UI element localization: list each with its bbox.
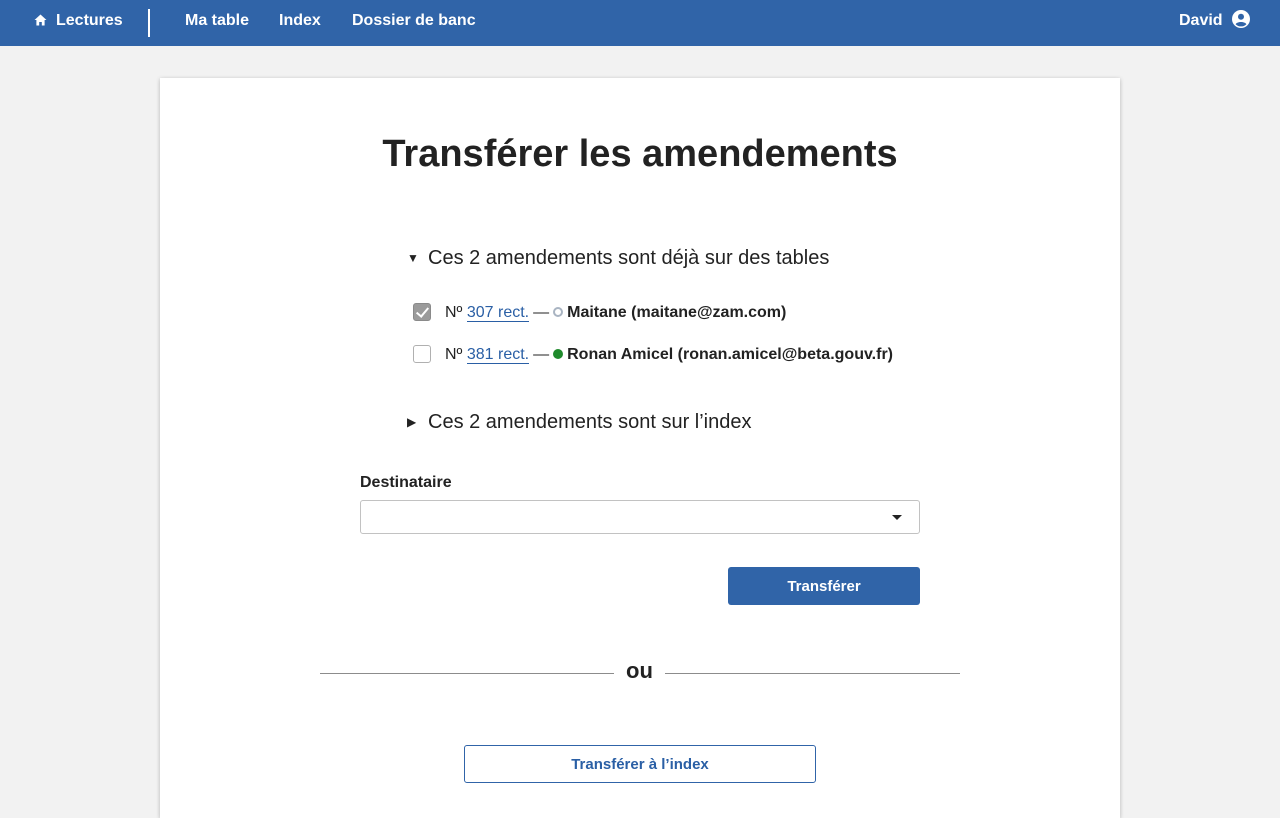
transfer-to-index-button[interactable]: Transférer à l’index [464,745,816,783]
tables-section-label: Ces 2 amendements sont déjà sur des tabl… [428,247,830,269]
user-account-icon [1231,10,1250,28]
online-status-icon [553,349,564,359]
separator-dash: — [533,346,550,363]
index-section-toggle[interactable]: ▶ Ces 2 amendements sont sur l’index [407,408,752,436]
amendement-owner: Maitane (maitane@zam.com) [567,304,787,321]
offline-status-icon [553,307,564,317]
caret-down-icon: ▼ [407,251,419,265]
nav-lectures-link[interactable]: Lectures [34,0,123,42]
page-title: Transférer les amendements [382,133,898,175]
amendement-row: Nº 381 rect. — Ronan Amicel (ronan.amicel@… [413,342,893,368]
divider-line [320,673,614,674]
nav-dossier-de-banc-link[interactable]: Dossier de banc [352,0,476,42]
nav-ma-table-link[interactable]: Ma table [185,0,249,42]
amendement-row: Nº 307 rect. — Maitane (maitane@zam.com) [413,300,786,326]
chevron-down-icon [892,515,902,520]
amendement-link[interactable]: 307 rect. [466,304,530,322]
transfer-card: Transférer les amendements ▼ Ces 2 amende… [160,78,1120,818]
destinataire-select[interactable] [360,500,920,534]
amendement-link[interactable]: 381 rect. [466,346,530,364]
caret-right-icon: ▶ [407,415,417,429]
top-nav-bar: Lectures Ma table Index Dossier de banc … [0,0,1280,46]
index-section-label: Ces 2 amendements sont sur l’index [428,411,752,433]
transfer-button[interactable]: Transférer [728,567,920,605]
destinataire-label: Destinataire [360,474,452,491]
user-menu[interactable]: David [1179,0,1250,42]
amendement-prefix: Nº [445,346,463,363]
amendement-checkbox[interactable] [413,303,431,321]
amendement-checkbox[interactable] [413,345,431,363]
amendement-owner: Ronan Amicel (ronan.amicel@beta.gouv.fr) [567,346,893,363]
nav-separator [148,9,150,37]
home-icon [34,14,47,26]
or-divider-label: ou [626,658,653,683]
nav-index-link[interactable]: Index [279,0,321,42]
user-name: David [1179,12,1223,29]
amendement-prefix: Nº [445,304,463,321]
nav-lectures-label: Lectures [56,12,123,29]
separator-dash: — [533,304,550,321]
divider-line [665,673,960,674]
tables-section-toggle[interactable]: ▼ Ces 2 amendements sont déjà sur des tab… [407,244,829,272]
